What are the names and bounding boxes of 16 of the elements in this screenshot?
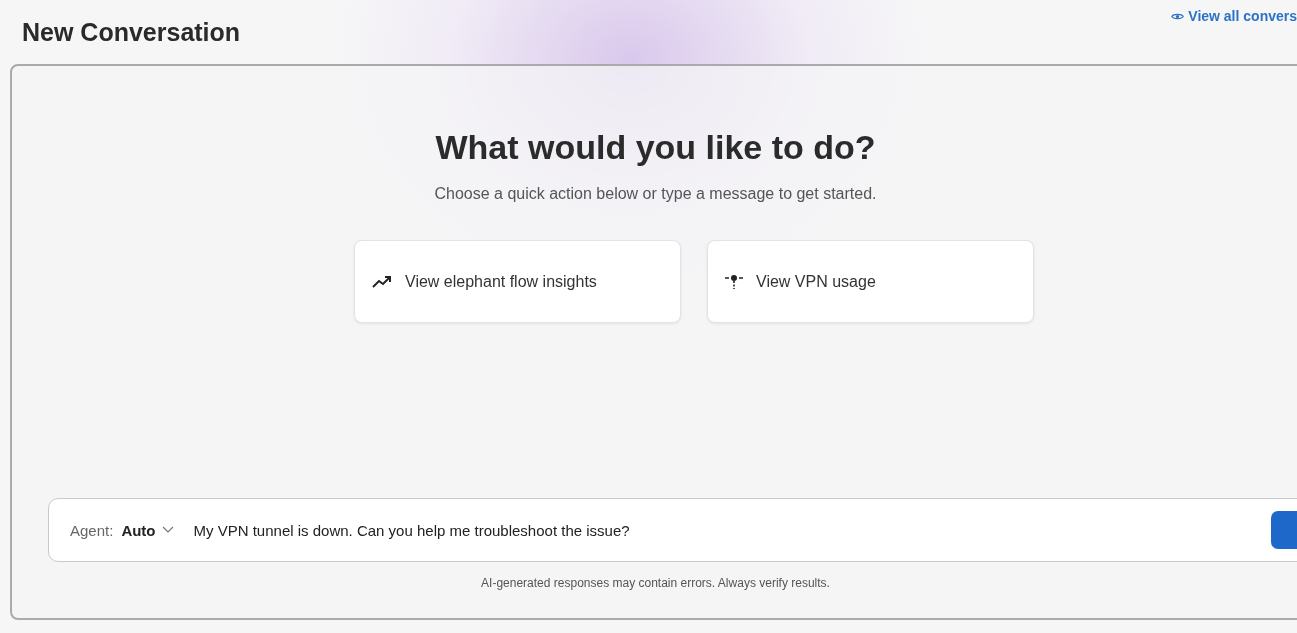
eye-icon: [1171, 11, 1185, 21]
send-button[interactable]: [1271, 511, 1297, 549]
hero-subtitle: Choose a quick action below or type a message to get started.: [433, 185, 878, 203]
view-all-link[interactable]: View all convers: [1171, 8, 1297, 24]
message-input[interactable]: My VPN tunnel is down. Can you help me troubleshoot the issue?: [191, 520, 1271, 540]
trend-up-icon: [371, 274, 393, 289]
message-composer[interactable]: Agent: Auto My VPN tunnel is down. Can you help me troubleshoot the issue?: [48, 498, 1297, 562]
agent-label: Agent:: [70, 521, 114, 539]
chevron-down-icon: [161, 526, 174, 534]
quick-action-card[interactable]: View VPN usage: [707, 240, 1034, 323]
quick-action-card[interactable]: View elephant flow insights: [354, 240, 681, 323]
page-title: New Conversation: [22, 17, 241, 47]
agent-dropdown[interactable]: Auto: [117, 521, 178, 539]
hero-heading: What would you like to do?: [434, 128, 877, 167]
disclaimer-text: AI-generated responses may contain errors. Always verify results.: [480, 576, 831, 590]
pin-icon: [724, 273, 744, 290]
